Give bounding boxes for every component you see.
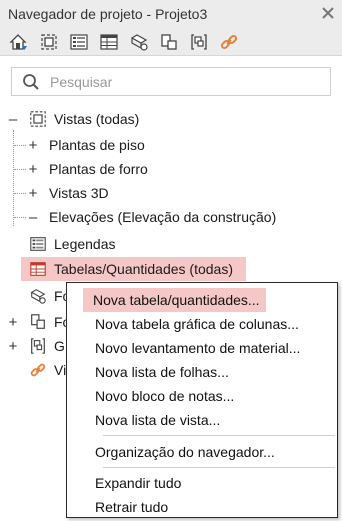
menu-item-new-graphical-column-schedule[interactable]: Nova tabela gráfica de colunas... [95,312,299,336]
schedule-icon [100,33,118,50]
tree-item-label: Elevações (Elevação da construção) [49,209,277,225]
tree-item-ceiling-plans[interactable]: + Plantas de forro [0,157,342,181]
tree-item-label: Plantas de forro [49,161,148,177]
tree-item-elevations[interactable]: – Elevações (Elevação da construção) [0,205,342,229]
legend-icon [70,33,88,50]
schedule-icon [28,260,48,278]
menu-item-new-view-list[interactable]: Nova lista de vista... [95,408,220,432]
browser-toolbar [0,28,342,56]
family-icon [161,33,177,50]
tree-item-links[interactable]: Vi [0,358,66,382]
menu-separator [103,467,335,468]
tree-item-label: Tabelas/Quantidades (todas) [54,261,233,277]
tree-item-label: Vistas (todas) [54,111,140,127]
toolbar-legends-button[interactable] [66,30,92,54]
menu-item-browser-organization[interactable]: Organização do navegador... [95,440,275,464]
expand-icon[interactable]: + [7,314,19,331]
context-menu: Nova tabela/quantidades... Nova tabela g… [66,282,338,518]
menu-item-new-note-block[interactable]: Novo bloco de notas... [95,384,234,408]
toolbar-sheets-button[interactable] [126,30,152,54]
close-button[interactable] [318,3,338,23]
toolbar-schedules-button[interactable] [96,30,122,54]
link-icon [220,34,238,49]
toolbar-groups-button[interactable] [186,30,212,54]
expand-icon[interactable]: + [27,137,39,154]
tree-item-label: Legendas [54,236,116,252]
home-filter-icon [9,33,27,50]
menu-item-expand-all[interactable]: Expandir tudo [95,471,181,495]
menu-item-new-material-takeoff[interactable]: Novo levantamento de material... [95,336,300,360]
tree-item-sheets[interactable]: + Fo [0,310,66,334]
tree-item-label: Vi [54,362,66,378]
expand-icon[interactable]: + [27,161,39,178]
toolbar-home-filter-button[interactable] [6,30,32,54]
sheet-icon [130,33,148,51]
menu-item-new-schedule[interactable]: Nova tabela/quantidades... [83,288,266,312]
legend-icon [28,235,48,253]
group-icon [191,33,207,50]
view-icon [41,33,57,50]
group-icon [28,337,48,355]
tree-item-floor-plans[interactable]: + Plantas de piso [0,133,342,157]
tree-item-groups[interactable]: + G [0,334,66,358]
tree-item-views[interactable]: – Vistas (todas) [0,107,342,131]
close-icon [322,7,334,19]
tree-item-label: G [54,338,65,354]
toolbar-families-button[interactable] [156,30,182,54]
tree-item-label: Fo [54,288,66,304]
search-icon [23,73,39,90]
panel-title: Navegador de projeto - Projeto3 [8,6,208,22]
expand-icon[interactable]: + [7,338,19,355]
tree-item-schedules[interactable]: Tabelas/Quantidades (todas) [21,257,246,281]
tree-item-legends[interactable]: Legendas [0,232,342,256]
menu-item-new-sheet-list[interactable]: Nova lista de folhas... [95,360,229,384]
menu-separator [103,435,335,436]
expand-icon[interactable]: + [27,185,39,202]
toolbar-links-button[interactable] [216,30,242,54]
toolbar-views-button[interactable] [36,30,62,54]
tree-item-3d-views[interactable]: + Vistas 3D [0,181,342,205]
collapse-icon[interactable]: – [27,209,39,226]
tree-item-families[interactable]: Fo [0,284,66,308]
link-icon [28,361,48,379]
collapse-icon[interactable]: – [7,111,19,128]
tree-item-label: Fo [54,314,66,330]
sheet-icon [28,287,48,305]
tree-item-label: Plantas de piso [49,137,145,153]
panel-titlebar: Navegador de projeto - Projeto3 [0,0,342,28]
search-box[interactable] [11,67,331,96]
search-input[interactable] [50,73,310,90]
tree-item-label: Vistas 3D [49,185,109,201]
family-icon [28,313,48,331]
view-icon [28,110,48,128]
menu-item-collapse-all[interactable]: Retrair tudo [95,495,168,519]
